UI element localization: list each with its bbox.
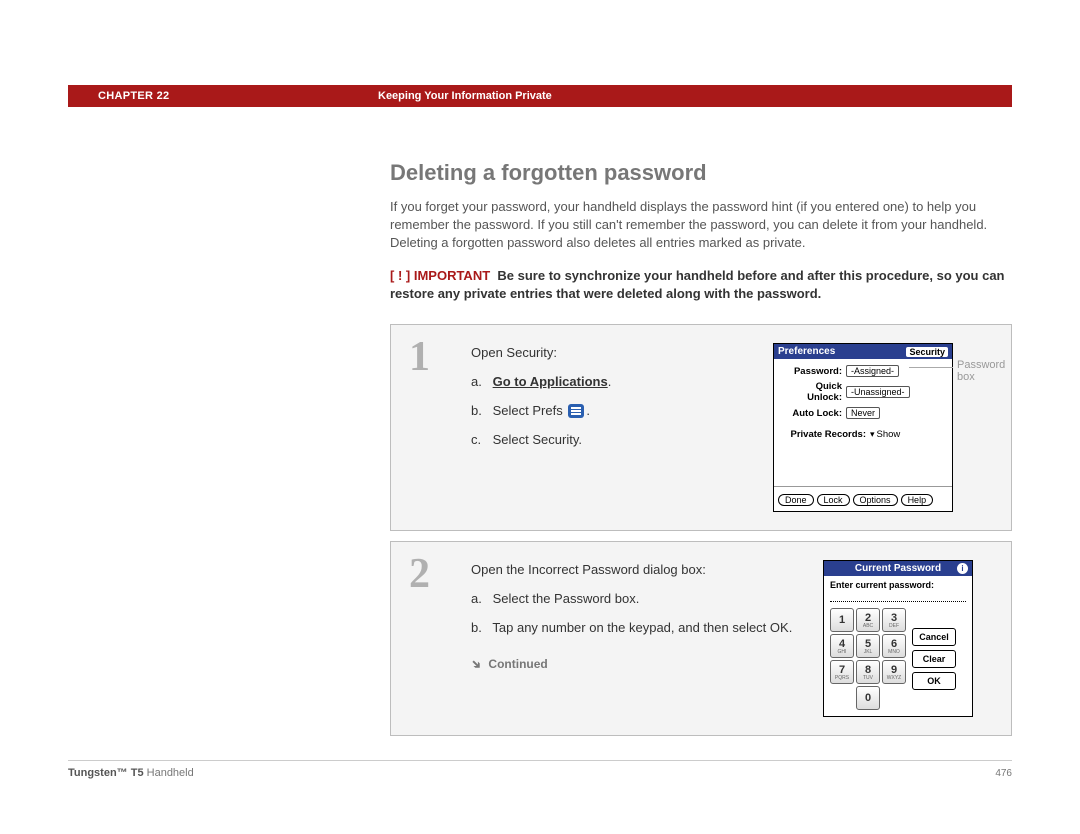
key-2[interactable]: 2ABC bbox=[856, 608, 880, 632]
step-2a-text: Select the Password box. bbox=[493, 591, 640, 606]
step-2b-letter: b. bbox=[471, 618, 489, 639]
step-1b-text1: Select Prefs bbox=[493, 403, 563, 418]
key-5[interactable]: 5JKL bbox=[856, 634, 880, 658]
step-1a-suffix: . bbox=[608, 374, 612, 389]
key-1[interactable]: 1 bbox=[830, 608, 854, 632]
auto-lock-box[interactable]: Never bbox=[846, 407, 880, 419]
options-button[interactable]: Options bbox=[853, 494, 898, 506]
cancel-button[interactable]: Cancel bbox=[912, 628, 956, 646]
auto-lock-label: Auto Lock: bbox=[780, 408, 846, 419]
quick-unlock-box[interactable]: -Unassigned- bbox=[846, 386, 910, 398]
key-0[interactable]: 0 bbox=[856, 686, 880, 710]
section-heading: Deleting a forgotten password bbox=[390, 160, 1012, 186]
prefs-icon bbox=[568, 404, 584, 418]
step-2-lead: Open the Incorrect Password dialog box: bbox=[471, 560, 803, 581]
palm-header-left: Preferences bbox=[778, 346, 835, 357]
palm-header: Preferences Security bbox=[774, 344, 952, 359]
palm2-title: Current Password bbox=[855, 563, 941, 574]
private-records-dropdown[interactable]: Show bbox=[870, 429, 900, 440]
callout-connector bbox=[909, 367, 953, 368]
step-1b-text2: . bbox=[586, 403, 590, 418]
continued-arrow-icon: ➔ bbox=[466, 654, 487, 675]
password-box[interactable]: -Assigned- bbox=[846, 365, 899, 377]
step-1-screen-area: Preferences Security Password: -Assigned… bbox=[773, 343, 993, 512]
step-2-number: 2 bbox=[409, 550, 430, 598]
step-2a-letter: a. bbox=[471, 589, 489, 610]
ok-button[interactable]: OK bbox=[912, 672, 956, 690]
palm2-header: Current Password i bbox=[824, 561, 972, 576]
chapter-label: CHAPTER 22 bbox=[98, 90, 378, 102]
chapter-title: Keeping Your Information Private bbox=[378, 90, 552, 102]
step-1c-letter: c. bbox=[471, 430, 489, 451]
step-1-number: 1 bbox=[409, 333, 430, 381]
important-note: [ ! ] IMPORTANT Be sure to synchronize y… bbox=[390, 267, 1012, 305]
go-to-applications-link[interactable]: Go to Applications bbox=[493, 374, 608, 389]
keypad: 1 2ABC 3DEF 4GHI 5JKL 6MNO 7PQRS 8TUV 9W… bbox=[830, 608, 906, 710]
step-1-box: 1 Open Security: a. Go to Applications. … bbox=[390, 324, 1012, 531]
important-badge-word: IMPORTANT bbox=[414, 268, 490, 283]
key-3[interactable]: 3DEF bbox=[882, 608, 906, 632]
step-2b-text: Tap any number on the keypad, and then s… bbox=[492, 620, 792, 635]
step-1-lead: Open Security: bbox=[471, 343, 753, 364]
important-badge-prefix: [ ! ] bbox=[390, 268, 410, 283]
step-1-text: Open Security: a. Go to Applications. b.… bbox=[471, 343, 773, 512]
password-label: Password: bbox=[780, 366, 846, 377]
palm-header-right: Security bbox=[906, 347, 948, 357]
key-6[interactable]: 6MNO bbox=[882, 634, 906, 658]
key-4[interactable]: 4GHI bbox=[830, 634, 854, 658]
step-2-box: 2 Open the Incorrect Password dialog box… bbox=[390, 541, 1012, 736]
lock-button[interactable]: Lock bbox=[817, 494, 850, 506]
palm-preferences-screen: Preferences Security Password: -Assigned… bbox=[773, 343, 953, 512]
key-9[interactable]: 9WXYZ bbox=[882, 660, 906, 684]
key-7[interactable]: 7PQRS bbox=[830, 660, 854, 684]
palm-password-screen: Current Password i Enter current passwor… bbox=[823, 560, 973, 717]
clear-button[interactable]: Clear bbox=[912, 650, 956, 668]
key-8[interactable]: 8TUV bbox=[856, 660, 880, 684]
step-2-screen-area: Current Password i Enter current passwor… bbox=[823, 560, 993, 717]
private-records-label: Private Records: bbox=[780, 429, 870, 440]
help-button[interactable]: Help bbox=[901, 494, 934, 506]
step-1b-letter: b. bbox=[471, 401, 489, 422]
password-input[interactable] bbox=[830, 592, 966, 602]
continued-label: Continued bbox=[488, 657, 547, 671]
info-icon[interactable]: i bbox=[957, 563, 968, 574]
chapter-header-bar: CHAPTER 22 Keeping Your Information Priv… bbox=[68, 85, 1012, 107]
step-1c-text: Select Security. bbox=[493, 432, 582, 447]
page-footer: Tungsten™ T5 Handheld 476 bbox=[68, 760, 1012, 779]
password-prompt: Enter current password: bbox=[824, 576, 972, 590]
step-2-text: Open the Incorrect Password dialog box: … bbox=[471, 560, 823, 717]
product-name: Tungsten™ T5 Handheld bbox=[68, 767, 194, 779]
password-box-callout: Password box bbox=[957, 359, 1005, 383]
intro-paragraph: If you forget your password, your handhe… bbox=[390, 198, 1012, 253]
page-number: 476 bbox=[995, 768, 1012, 779]
step-1a-letter: a. bbox=[471, 372, 489, 393]
quick-unlock-label: Quick Unlock: bbox=[780, 381, 846, 403]
done-button[interactable]: Done bbox=[778, 494, 814, 506]
